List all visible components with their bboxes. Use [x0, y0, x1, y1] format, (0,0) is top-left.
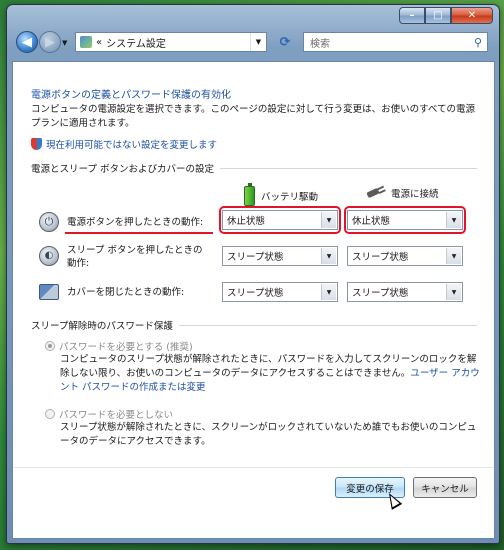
search-box[interactable]: 検索 ⚲ — [303, 32, 488, 52]
admin-settings-link-label[interactable]: 現在利用可能ではない設定を変更します — [46, 137, 217, 151]
sleep-button-battery-select[interactable]: スリープ状態 ▼ — [222, 246, 338, 266]
battery-icon — [244, 183, 255, 206]
chevron-down-icon[interactable]: ▼ — [321, 248, 336, 264]
battery-column-header: バッテリ駆動 — [244, 183, 319, 206]
uac-shield-icon — [31, 138, 42, 150]
search-icon[interactable]: ⚲ — [469, 36, 487, 49]
power-buttons-section-header: 電源とスリープ ボタンおよびカバーの設定 — [31, 161, 477, 175]
sleep-button-plugged-select[interactable]: スリープ状態 ▼ — [347, 246, 463, 266]
no-password-description: スリープ状態が解除されたときに、スクリーンがロックされていないため誰でもお使いの… — [60, 422, 477, 447]
chevron-down-icon[interactable]: ▼ — [446, 248, 461, 264]
require-password-description: コンピュータのスリープ状態が解除されたときに、パスワードを入力してスクリーンのロ… — [60, 353, 480, 395]
breadcrumb-current[interactable]: システム設定 — [106, 35, 166, 50]
lid-close-label-text: カバーを閉じたときの動作: — [67, 287, 185, 298]
battery-column-label: バッテリ駆動 — [261, 192, 319, 203]
power-plug-icon — [365, 186, 385, 200]
power-button-label-text: 電源ボタンを押したときの動作: — [67, 217, 204, 228]
require-password-option[interactable]: パスワードを必要とする (推奨) — [45, 339, 193, 353]
address-bar[interactable]: « システム設定 ▼ — [75, 32, 267, 52]
lid-close-plugged-select[interactable]: スリープ状態 ▼ — [347, 282, 463, 302]
sleep-button-label: スリープ ボタンを押したときの 動作: — [67, 244, 202, 270]
power-button-label: 電源ボタンを押したときの動作: — [67, 216, 203, 229]
highlight-underline — [65, 232, 213, 234]
lid-close-battery-select[interactable]: スリープ状態 ▼ — [222, 282, 338, 302]
navigation-bar: ◀ ▶ ▼ « システム設定 ▼ ⟳ 検索 ⚲ — [7, 31, 499, 59]
laptop-lid-icon — [39, 284, 59, 300]
plugged-column-label: 電源に接続 — [391, 189, 439, 200]
sleep-button-label-line2: 動作: — [67, 258, 90, 269]
require-password-label[interactable]: パスワードを必要とする (推奨) — [59, 339, 193, 353]
lid-close-plugged-value: スリープ状態 — [352, 288, 409, 299]
window-controls: – □ ✕ — [399, 7, 493, 24]
refresh-button[interactable]: ⟳ — [272, 34, 298, 51]
power-button-plugged-select[interactable]: 休止状態 ▼ — [347, 210, 463, 230]
no-password-radio[interactable] — [45, 409, 55, 419]
chevron-down-icon[interactable]: ▼ — [321, 284, 336, 300]
section-divider — [219, 167, 477, 169]
control-panel-icon — [80, 36, 92, 48]
plugged-column-header: 電源に接続 — [365, 186, 439, 200]
sleep-button-label-line1: スリープ ボタンを押したときの — [67, 245, 203, 256]
power-button-battery-value: 休止状態 — [227, 216, 266, 227]
status-bar — [12, 521, 495, 539]
arrow-left-icon: ◀ — [22, 34, 32, 50]
page-title: 電源ボタンの定義とパスワード保護の有効化 — [31, 90, 231, 101]
section-divider — [178, 324, 477, 326]
forward-button[interactable]: ▶ — [39, 31, 61, 53]
search-input[interactable]: 検索 — [310, 35, 330, 50]
password-section-header: スリープ解除時のパスワード保護 — [31, 318, 477, 332]
power-button-plugged-value: 休止状態 — [352, 216, 391, 227]
recent-pages-dropdown[interactable]: ▼ — [62, 39, 67, 47]
maximize-button[interactable]: □ — [425, 7, 451, 24]
minimize-button[interactable]: – — [399, 7, 425, 24]
sleep-button-battery-value: スリープ状態 — [227, 252, 284, 263]
password-section-heading: スリープ解除時のパスワード保護 — [31, 321, 173, 332]
chevron-down-icon[interactable]: ▼ — [321, 212, 336, 228]
no-password-label[interactable]: パスワードを必要としない — [59, 407, 173, 421]
chevron-down-icon[interactable]: ▼ — [446, 212, 461, 228]
refresh-icon: ⟳ — [279, 35, 291, 50]
power-buttons-heading: 電源とスリープ ボタンおよびカバーの設定 — [31, 164, 214, 175]
lid-close-label: カバーを閉じたときの動作: — [67, 286, 184, 299]
close-button[interactable]: ✕ — [451, 7, 493, 24]
control-panel-window: – □ ✕ ◀ ▶ ▼ « システム設定 ▼ ⟳ 検索 ⚲ 電源ボタンの定義とパ… — [6, 4, 500, 544]
cancel-button[interactable]: キャンセル — [413, 477, 477, 498]
breadcrumb-overflow[interactable]: « — [96, 37, 102, 48]
address-dropdown-icon[interactable]: ▼ — [250, 33, 266, 51]
power-button-battery-select[interactable]: 休止状態 ▼ — [222, 210, 338, 230]
title-bar[interactable]: – □ ✕ — [7, 5, 499, 31]
no-password-option[interactable]: パスワードを必要としない — [45, 407, 173, 421]
admin-settings-link[interactable]: 現在利用可能ではない設定を変更します — [31, 137, 217, 151]
lid-close-battery-value: スリープ状態 — [227, 288, 284, 299]
footer-divider — [13, 467, 494, 468]
page-description: コンピュータの電源設定を選択できます。このページの設定に対して行う変更は、お使い… — [31, 104, 476, 129]
main-content: 電源ボタンの定義とパスワード保護の有効化 コンピュータの電源設定を選択できます。… — [12, 61, 495, 539]
power-button-icon — [39, 212, 59, 232]
require-password-radio[interactable] — [45, 341, 55, 351]
back-button[interactable]: ◀ — [16, 31, 38, 53]
chevron-down-icon[interactable]: ▼ — [446, 284, 461, 300]
arrow-right-icon: ▶ — [45, 34, 55, 50]
sleep-button-plugged-value: スリープ状態 — [352, 252, 409, 263]
sleep-button-icon — [39, 246, 59, 266]
